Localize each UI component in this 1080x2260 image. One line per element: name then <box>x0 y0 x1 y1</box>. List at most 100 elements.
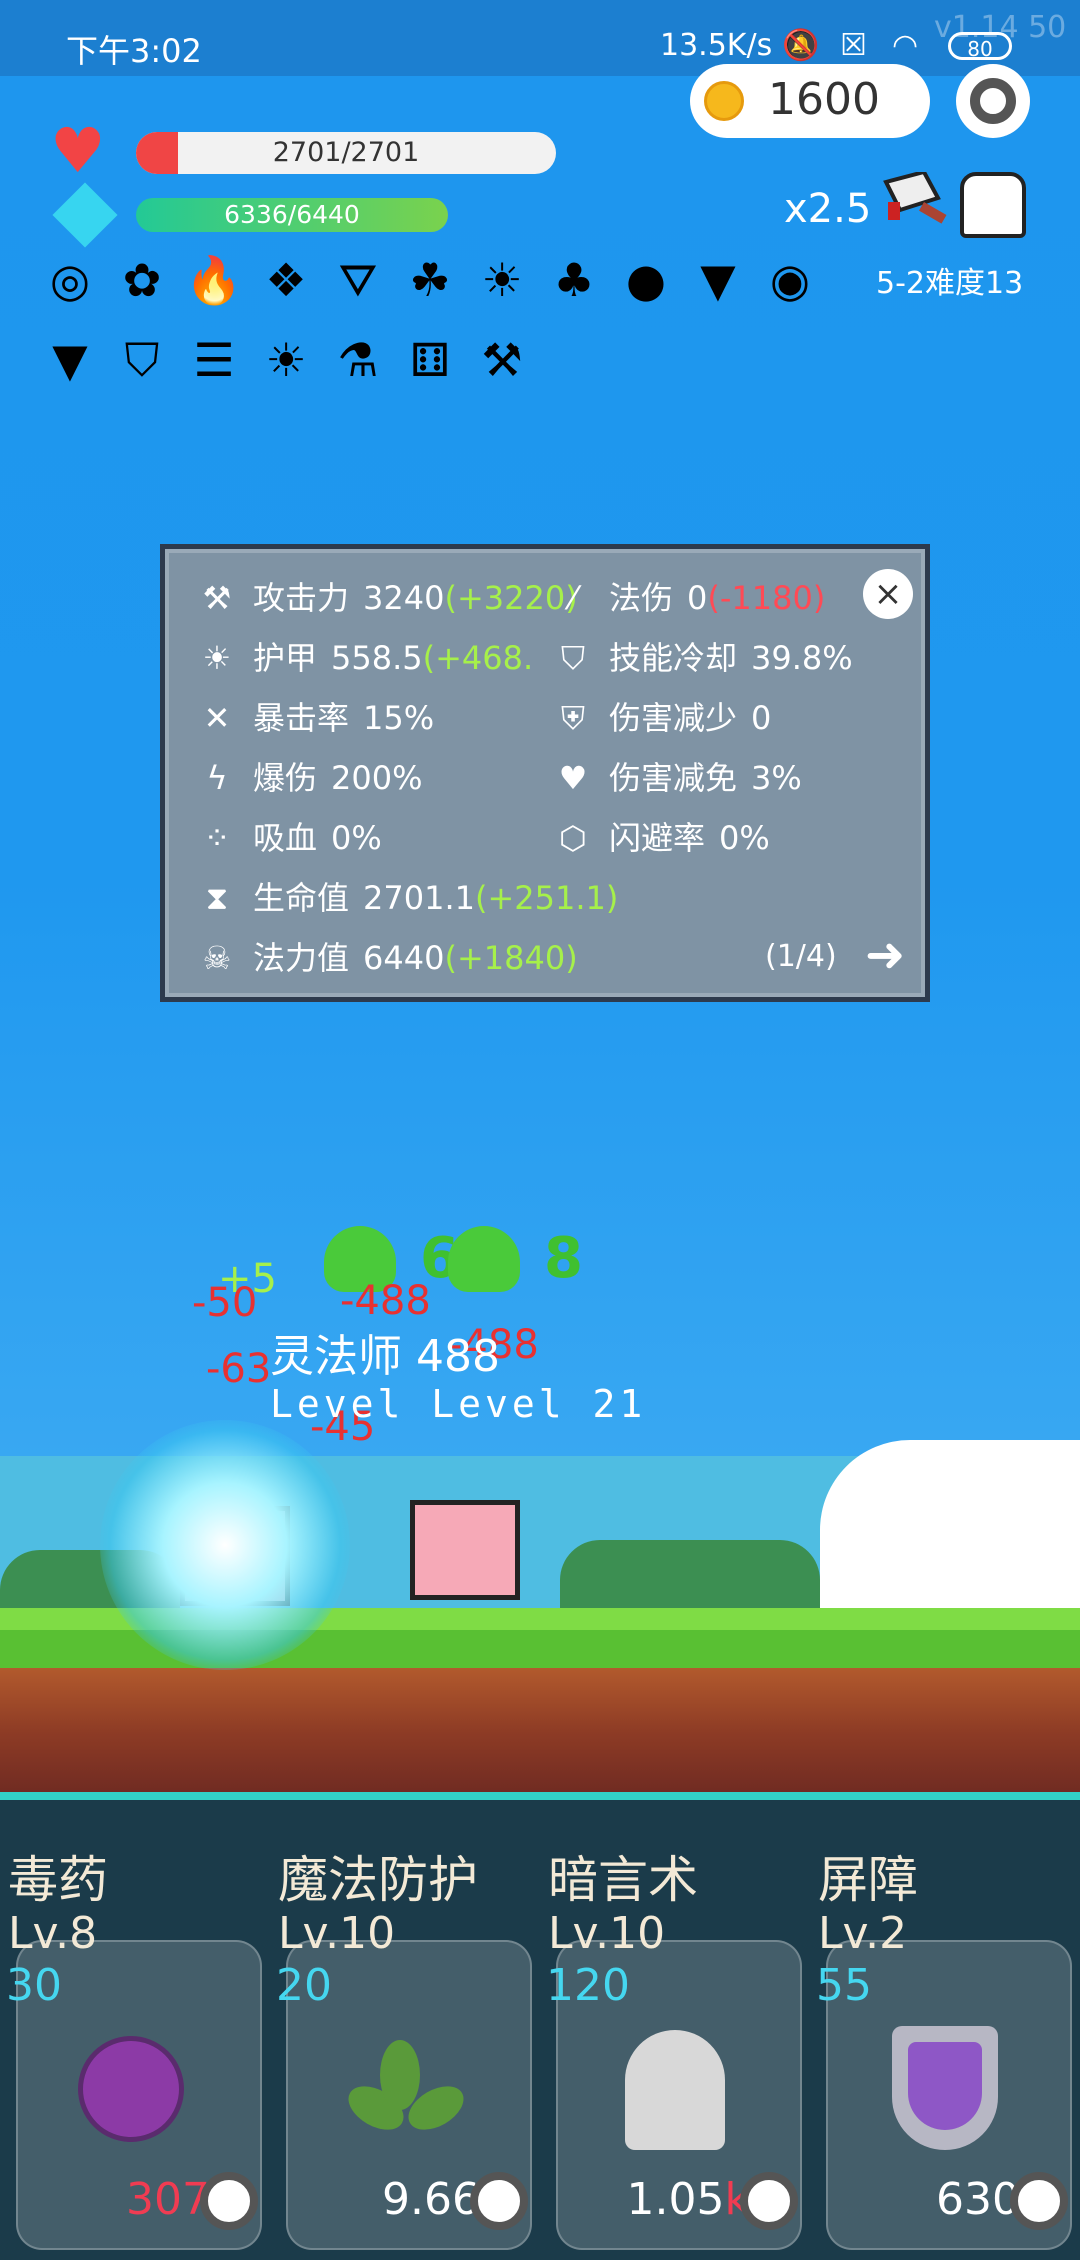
heart-icon: ♥ <box>558 759 588 797</box>
mp-text: 6336/6440 <box>224 200 360 229</box>
game-speed-button[interactable]: x2.5 <box>784 186 871 232</box>
stat-row: ⛨ 伤害减少 0 <box>549 693 771 739</box>
wizard-hat-icon[interactable]: ⛛ <box>328 250 388 310</box>
fire-icon[interactable]: 🔥 <box>184 250 244 310</box>
star-shield-icon <box>892 2026 998 2150</box>
hourglass-icon: ⧗ <box>205 879 229 917</box>
pig-monster <box>410 1500 520 1600</box>
skills-panel-border <box>0 1792 1080 1800</box>
coin-counter: 1600 <box>690 64 930 138</box>
sim-off-icon: ☒ <box>840 28 867 63</box>
upgrade-price: 1.05k <box>626 2174 750 2225</box>
tree-icon[interactable]: ♣ <box>544 250 604 310</box>
monster-level: Level Level 21 <box>270 1382 647 1426</box>
upgrade-price: 9.66 <box>382 2174 480 2225</box>
wifi-icon: ◠ <box>892 28 919 63</box>
upgrade-button[interactable] <box>1010 2172 1068 2230</box>
bush <box>560 1540 820 1610</box>
coin-icon <box>704 81 744 121</box>
stage-difficulty: 5-2难度13 <box>876 266 1024 301</box>
stats-panel: ⚒ 攻击力 3240(+3220) ☀ 护甲 558.5(+468. ✕ 暴击率 15% ϟ… <box>160 544 930 1002</box>
shield-icon: ⛨ <box>560 699 585 737</box>
upgrade-button[interactable] <box>200 2172 258 2230</box>
status-bar: 下午3:02 13.5K/s 🔕 ☒ ◠ 80 v1.14 50 <box>0 0 1080 76</box>
ice-cream-icon[interactable]: ▼ <box>40 330 100 390</box>
skill-name: 毒药 <box>8 1851 108 1909</box>
damage-number: -488 <box>340 1278 431 1324</box>
hexagon-icon: ⬡ <box>559 819 587 857</box>
damage-number: -50 <box>192 1280 258 1326</box>
shield-icon[interactable]: ⛉ <box>112 330 172 390</box>
skill-level: Lv.10 <box>548 1908 666 1959</box>
axe-icon[interactable]: ⚒ <box>472 330 532 390</box>
hp-bar: 2701/2701 <box>136 132 556 174</box>
wand-icon: ⁄ <box>570 579 576 617</box>
coin-amount: 1600 <box>768 74 880 125</box>
gear-icon <box>970 78 1016 124</box>
monster-name: 灵法师 488 <box>270 1331 500 1382</box>
mushroom-icon[interactable]: ● <box>616 250 676 310</box>
stat-row: ☀ 护甲 558.5(+468. <box>193 633 534 679</box>
lightning-icon: ϟ <box>206 759 228 797</box>
cleaver-icon[interactable] <box>878 172 950 230</box>
next-page-arrow-icon[interactable]: ➜ <box>865 927 905 983</box>
sun-icon: ☀ <box>202 639 232 677</box>
skill-level: Lv.2 <box>818 1908 908 1959</box>
ice-cream-icon[interactable]: ▼ <box>688 250 748 310</box>
stat-row: ⛉ 技能冷却 39.8% <box>549 633 853 679</box>
circle-dots-icon: ⁘ <box>203 819 231 857</box>
speed-lines-icon[interactable]: ☰ <box>184 330 244 390</box>
ghost-icon <box>625 2030 725 2150</box>
stat-row: ⚒ 攻击力 3240(+3220) <box>193 573 578 619</box>
skill-slot-shadow-word[interactable]: 暗言术 Lv.10 120 1.05k <box>540 1800 810 2260</box>
skill-name: 暗言术 <box>548 1851 698 1909</box>
heart-icon: ♥ <box>50 114 106 187</box>
stat-row: ⁄ 法伤 0(-1180) <box>549 573 825 619</box>
sprout-icon[interactable]: ☘ <box>400 250 460 310</box>
close-button[interactable]: × <box>863 569 913 619</box>
mute-bell-icon: 🔕 <box>782 28 820 63</box>
stat-row: ⬡ 闪避率 0% <box>549 813 770 859</box>
shield-heart-icon: ⛉ <box>560 639 585 677</box>
pet-ghost-icon[interactable] <box>960 172 1026 238</box>
dirt-ground <box>0 1668 1080 1798</box>
ice-cubes-icon[interactable]: ❖ <box>256 250 316 310</box>
potion-icon[interactable]: ⚗ <box>328 330 388 390</box>
damage-number: -63 <box>206 1346 272 1392</box>
stat-row: ☠ 法力值 6440(+1840) <box>193 933 578 979</box>
dice-icon[interactable]: ⚅ <box>400 330 460 390</box>
skill-slot-magic-protection[interactable]: 魔法防护 Lv.10 20 9.66 <box>270 1800 540 2260</box>
stat-row: ✕ 暴击率 15% <box>193 693 435 739</box>
status-time: 下午3:02 <box>66 32 202 70</box>
upgrade-price: 630 <box>936 2174 1020 2225</box>
skill-mana-cost: 20 <box>276 1960 332 2011</box>
skill-level: Lv.10 <box>278 1908 396 1959</box>
status-net-speed: 13.5K/s <box>660 28 773 63</box>
stat-row: ϟ 爆伤 200% <box>193 753 422 799</box>
skill-name: 屏障 <box>818 1851 918 1909</box>
poison-potion-icon <box>78 2036 184 2142</box>
skill-mana-cost: 30 <box>6 1960 62 2011</box>
cloud <box>820 1440 1080 1610</box>
settings-button[interactable] <box>956 64 1030 138</box>
demon-skull-icon: ☠ <box>202 939 232 977</box>
stat-row: ⁘ 吸血 0% <box>193 813 382 859</box>
skill-slot-poison[interactable]: 毒药 Lv.8 30 307 <box>0 1800 270 2260</box>
upgrade-price: 307 <box>126 2174 210 2225</box>
skill-mana-cost: 120 <box>546 1960 630 2011</box>
sun-icon[interactable]: ☀ <box>256 330 316 390</box>
version-label: v1.14 50 <box>934 10 1067 45</box>
page-indicator: (1/4) <box>765 939 837 974</box>
hp-text: 2701/2701 <box>272 137 420 168</box>
skill-slot-barrier[interactable]: 屏障 Lv.2 55 630 <box>810 1800 1080 2260</box>
upgrade-button[interactable] <box>470 2172 528 2230</box>
target-icon[interactable]: ◎ <box>40 250 100 310</box>
crystal-ball-icon[interactable]: ◉ <box>760 250 820 310</box>
flower-icon[interactable]: ✿ <box>112 250 172 310</box>
axe-icon: ⚒ <box>202 579 232 617</box>
poison-skull-icon <box>448 1226 520 1292</box>
upgrade-button[interactable] <box>740 2172 798 2230</box>
sun-icon[interactable]: ☀ <box>472 250 532 310</box>
skill-name: 魔法防护 <box>278 1851 478 1909</box>
stat-row: ♥ 伤害减免 3% <box>549 753 802 799</box>
